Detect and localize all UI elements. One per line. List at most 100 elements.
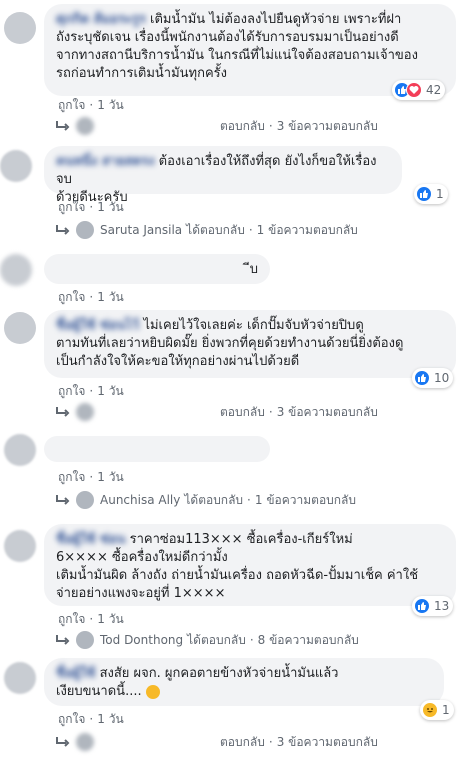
reply-avatar (76, 491, 94, 509)
reply-arrow-icon (56, 635, 70, 645)
like-link[interactable]: ถูกใจ (58, 384, 85, 398)
comment-text-line: ีบ (249, 262, 258, 277)
comment-bubble (44, 436, 270, 462)
avatar[interactable] (4, 312, 36, 344)
comment-text-line: รถก่อนทำการเติมน้ำมันทุกครั้ง (56, 66, 228, 81)
reply-arrow-icon (56, 407, 70, 417)
reply-count: 3 ข้อความตอบกลับ (276, 404, 378, 419)
comment-author[interactable]: ชื่อผู้ใช้ ซ่อนไว้ (56, 318, 139, 333)
reaction-summary[interactable]: 1 (414, 184, 448, 204)
reply-verb: ได้ตอบกลับ (187, 632, 246, 647)
like-link[interactable]: ถูกใจ (58, 98, 85, 112)
comment-actions: ถูกใจ · 1 วัน (58, 712, 124, 726)
timestamp[interactable]: 1 วัน (97, 384, 123, 398)
reply-arrow-icon (56, 121, 70, 131)
reply-verb: ได้ตอบกลับ (186, 222, 245, 237)
comment-author[interactable]: ศุภกิต ส้มอระรูร (56, 12, 146, 27)
laughing-emoji-icon (145, 684, 160, 699)
reply-count: 3 ข้อความตอบกลับ (276, 118, 378, 133)
replies-link[interactable]: Tod Donthong ได้ตอบกลับ · 8 ข้อความตอบกลับ (56, 630, 359, 650)
like-link[interactable]: ถูกใจ (58, 612, 85, 626)
comment-author[interactable]: ชื่อผู้ใช้ ซ่อน (56, 532, 125, 547)
comment-bubble: ีบ (44, 254, 270, 284)
comment-text-line: เงียบขนาดนี้.... (56, 684, 142, 699)
timestamp[interactable]: 1 วัน (97, 200, 123, 214)
avatar[interactable] (0, 150, 32, 182)
avatar[interactable] (4, 434, 36, 466)
comment-text-line: 6×××× ซื้อครื่องใหม่ดีกว่ามั้ง (56, 550, 228, 565)
reply-author[interactable]: Tod Donthong (100, 633, 183, 647)
reply-author-blurred (100, 735, 220, 749)
comment-actions: ถูกใจ · 1 วัน (58, 290, 124, 304)
comment-actions: ถูกใจ · 1 วัน (58, 470, 124, 484)
avatar[interactable] (4, 530, 36, 562)
reaction-count: 1 (442, 703, 450, 717)
like-link[interactable]: ถูกใจ (58, 200, 85, 214)
reply-author[interactable]: Aunchisa Ally (100, 493, 180, 507)
comment-actions: ถูกใจ · 1 วัน (58, 612, 124, 626)
reply-avatar (76, 117, 94, 135)
replies-link[interactable]: Saruta Jansila ได้ตอบกลับ · 1 ข้อความตอบกล… (56, 220, 358, 240)
comment-text-line: เป็นกำลังใจให้คะขอให้ทุกอย่างผ่านไปด้วยด… (56, 354, 300, 369)
replies-link[interactable]: Aunchisa Ally ได้ตอบกลับ · 1 ข้อความตอบกลั… (56, 490, 356, 510)
comment-author[interactable]: ชื่อผู้ใช้ (56, 666, 95, 681)
reply-author-blurred (100, 405, 220, 419)
comment-actions: ถูกใจ · 1 วัน (58, 98, 124, 112)
comment-bubble: คนหนึ่ง สายสตรง ต้องเอาเรื่องให้ถึงที่สุ… (44, 146, 402, 205)
reply-verb: ตอบกลับ (220, 404, 265, 419)
timestamp[interactable]: 1 วัน (97, 290, 123, 304)
timestamp[interactable]: 1 วัน (97, 98, 123, 112)
comment-text-line: เติมน้ำมันผิด ล้างถัง ถ่ายน้ำมันเครื่อง … (56, 568, 419, 583)
reply-verb: ตอบกลับ (220, 118, 265, 133)
avatar[interactable] (4, 12, 36, 44)
reply-author[interactable]: Saruta Jansila (100, 223, 182, 237)
timestamp[interactable]: 1 วัน (97, 470, 123, 484)
reply-avatar (76, 631, 94, 649)
comment-bubble: ชื่อผู้ใช้ ซ่อน ราคาซ่อม113××× ซื้อเครื่… (44, 524, 456, 606)
comment-bubble: ชื่อผู้ใช้ สงสัย ผจก. ผูกคอตายข้างหัวจ่า… (44, 658, 444, 706)
comment-text-blurred (56, 443, 256, 461)
reaction-summary[interactable]: 13 (412, 596, 454, 616)
comment-actions: ถูกใจ · 1 วัน (58, 200, 124, 214)
reply-count: 1 ข้อความตอบกลับ (256, 222, 358, 237)
reply-count: 3 ข้อความตอบกลับ (276, 734, 378, 749)
comment-text-line: ราคาซ่อม113××× ซื้อเครื่อง-เกียร์ใหม่ (129, 532, 353, 547)
reaction-count: 1 (436, 187, 444, 201)
timestamp[interactable]: 1 วัน (97, 612, 123, 626)
reply-author-blurred (100, 119, 220, 133)
comment-text-line: เติมน้ำมัน ไม่ต้องลงไปยืนดูหัวจ่าย เพราะ… (150, 12, 402, 27)
like-reaction-icon (414, 598, 430, 614)
reply-count: 1 ข้อความตอบกลับ (254, 492, 357, 507)
comment-text-line: ไม่เคยไว้ใจเลยค่ะ เด็กปั๊มจับหัวจ่ายปิบด… (143, 318, 364, 333)
reply-verb: ตอบกลับ (220, 734, 265, 749)
replies-link[interactable]: ตอบกลับ · 3 ข้อความตอบกลับ (56, 116, 378, 136)
reply-arrow-icon (56, 495, 70, 505)
reply-avatar (76, 733, 94, 751)
haha-reaction-icon (422, 702, 438, 718)
reply-arrow-icon (56, 737, 70, 747)
replies-link[interactable]: ตอบกลับ · 3 ข้อความตอบกลับ (56, 732, 378, 752)
like-link[interactable]: ถูกใจ (58, 290, 85, 304)
comment-text-line: ตามทันที่เลยว่าหยิบผิดมั๊ย ยิ่งพวกที่คุย… (56, 336, 404, 351)
comment-text-line: ถังระบุชัดเจน เรื่องนี้พนักงานต้องได้รับ… (56, 30, 399, 45)
reaction-summary[interactable]: 1 (420, 700, 454, 720)
like-link[interactable]: ถูกใจ (58, 712, 85, 726)
timestamp[interactable]: 1 วัน (97, 712, 123, 726)
reply-avatar (76, 221, 94, 239)
reaction-count: 10 (434, 371, 450, 385)
reply-arrow-icon (56, 225, 70, 235)
like-link[interactable]: ถูกใจ (58, 470, 85, 484)
replies-link[interactable]: ตอบกลับ · 3 ข้อความตอบกลับ (56, 402, 378, 422)
like-reaction-icon (414, 370, 430, 386)
avatar[interactable] (4, 662, 36, 694)
comment-bubble: ชื่อผู้ใช้ ซ่อนไว้ ไม่เคยไว้ใจเลยค่ะ เด็… (44, 310, 456, 378)
avatar[interactable] (0, 254, 32, 286)
reaction-count: 13 (434, 599, 450, 613)
reaction-summary[interactable]: 10 (412, 368, 454, 388)
comment-text-line: จ่ายอย่างแพงจะอยู่ที่ 1×××× (56, 586, 226, 601)
like-reaction-icon (416, 186, 432, 202)
comment-author[interactable]: คนหนึ่ง สายสตรง (56, 154, 154, 169)
reply-count: 8 ข้อความตอบกลับ (257, 632, 359, 647)
reply-avatar (76, 403, 94, 421)
reaction-summary[interactable]: 42 (392, 80, 446, 100)
